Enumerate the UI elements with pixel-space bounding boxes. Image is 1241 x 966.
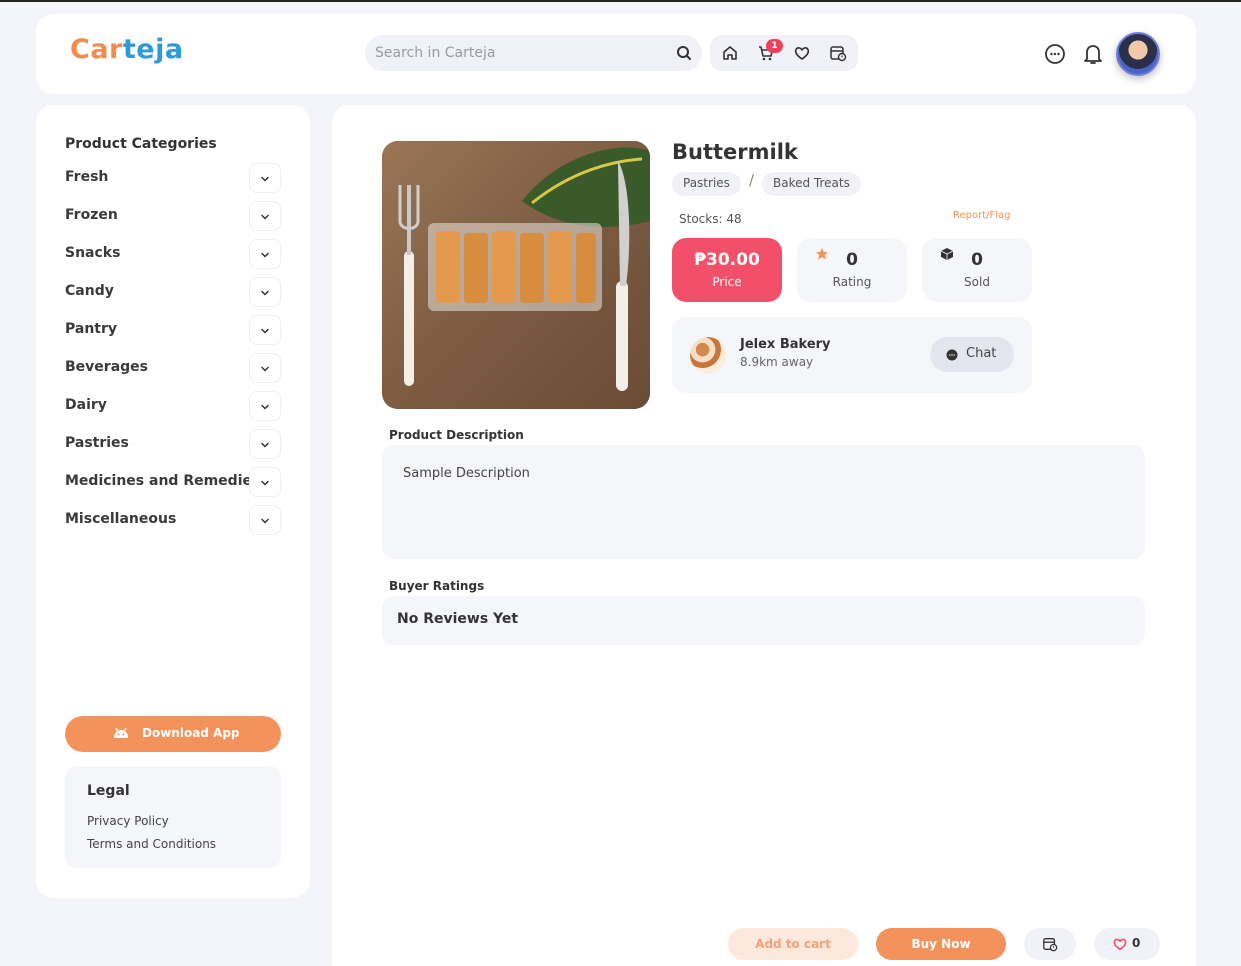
quick-nav: 1 — [710, 35, 858, 71]
category-item-pantry[interactable]: Pantry — [65, 314, 281, 352]
category-item-medicines[interactable]: Medicines and Remedies — [65, 466, 281, 504]
rating-card: 0 Rating — [797, 238, 907, 302]
seller-name[interactable]: Jelex Bakery — [740, 337, 831, 352]
no-reviews-text: No Reviews Yet — [397, 611, 519, 627]
category-item-beverages[interactable]: Beverages — [65, 352, 281, 390]
favorite-button[interactable]: 0 — [1094, 928, 1160, 960]
sold-value: 0 — [971, 250, 983, 270]
category-item-candy[interactable]: Candy — [65, 276, 281, 314]
chevron-down-icon[interactable] — [249, 315, 281, 345]
buyer-ratings-title: Buyer Ratings — [389, 579, 485, 593]
search-icon[interactable] — [676, 45, 692, 61]
rating-label: Rating — [832, 275, 872, 289]
buy-now-button[interactable]: Buy Now — [876, 928, 1006, 960]
description-box: Sample Description — [382, 445, 1145, 559]
product-detail: Buttermilk Pastries / Baked Treats Stock… — [332, 105, 1196, 966]
category-item-fresh[interactable]: Fresh — [65, 162, 281, 200]
download-app-button[interactable]: Download App — [65, 716, 281, 752]
chevron-down-icon[interactable] — [249, 239, 281, 269]
privacy-policy-link[interactable]: Privacy Policy — [87, 814, 169, 828]
report-flag-link[interactable]: Report/Flag — [953, 210, 1011, 221]
product-name: Buttermilk — [672, 140, 798, 164]
schedule-icon[interactable] — [829, 44, 847, 62]
description-text: Sample Description — [403, 466, 530, 481]
action-bar: Add to cart Buy Now 0 — [332, 915, 1196, 966]
buyer-ratings-box: No Reviews Yet — [382, 596, 1145, 645]
sold-label: Sold — [964, 275, 990, 289]
chevron-down-icon[interactable] — [249, 163, 281, 193]
chevron-down-icon[interactable] — [249, 277, 281, 307]
home-icon[interactable] — [721, 44, 739, 62]
chevron-down-icon[interactable] — [249, 429, 281, 459]
chevron-down-icon[interactable] — [249, 505, 281, 535]
category-list: Fresh Frozen Snacks Candy Pantry Beverag… — [65, 162, 281, 542]
category-item-pastries[interactable]: Pastries — [65, 428, 281, 466]
bell-icon[interactable] — [1082, 42, 1104, 66]
tag-pastries[interactable]: Pastries — [672, 172, 741, 196]
category-item-dairy[interactable]: Dairy — [65, 390, 281, 428]
chevron-down-icon[interactable] — [249, 391, 281, 421]
tag-separator: / — [749, 171, 755, 189]
rating-value: 0 — [846, 250, 858, 270]
schedule-icon — [1043, 938, 1058, 952]
add-to-cart-button[interactable]: Add to cart — [728, 928, 858, 960]
product-image — [382, 141, 650, 409]
category-item-miscellaneous[interactable]: Miscellaneous — [65, 504, 281, 542]
favorite-count: 0 — [1132, 936, 1141, 950]
categories-title: Product Categories — [65, 136, 217, 152]
price-label: Price — [712, 275, 742, 289]
chat-button[interactable]: Chat — [930, 337, 1014, 372]
seller-logo[interactable] — [690, 337, 726, 373]
legal-section: Legal Privacy Policy Terms and Condition… — [65, 766, 281, 868]
seller-card: Jelex Bakery 8.9km away Chat — [672, 317, 1032, 393]
chevron-down-icon[interactable] — [249, 201, 281, 231]
chevron-down-icon[interactable] — [249, 353, 281, 383]
messages-icon[interactable] — [1044, 43, 1066, 65]
terms-link[interactable]: Terms and Conditions — [87, 837, 216, 851]
price-value: ₱30.00 — [694, 250, 760, 270]
top-header: Carteja 1 — [36, 14, 1196, 94]
category-item-snacks[interactable]: Snacks — [65, 238, 281, 276]
search-bar — [365, 35, 702, 71]
chevron-down-icon[interactable] — [249, 467, 281, 497]
tag-baked-treats[interactable]: Baked Treats — [762, 172, 861, 196]
heart-icon — [1113, 938, 1127, 951]
description-title: Product Description — [389, 428, 524, 442]
category-item-frozen[interactable]: Frozen — [65, 200, 281, 238]
sold-card: 0 Sold — [922, 238, 1032, 302]
seller-distance: 8.9km away — [740, 355, 814, 369]
stock-count: Stocks: 48 — [679, 212, 742, 226]
cart-badge: 1 — [766, 39, 783, 53]
android-icon — [112, 726, 130, 740]
chat-icon — [946, 349, 958, 361]
schedule-button[interactable] — [1024, 928, 1076, 960]
legal-title: Legal — [87, 783, 130, 799]
heart-icon[interactable] — [793, 44, 811, 62]
carteja-logo[interactable]: Carteja — [70, 34, 184, 65]
avatar[interactable] — [1116, 32, 1160, 76]
price-card: ₱30.00 Price — [672, 238, 782, 302]
search-input[interactable] — [375, 35, 665, 71]
sidebar: Product Categories Fresh Frozen Snacks C… — [36, 105, 310, 898]
